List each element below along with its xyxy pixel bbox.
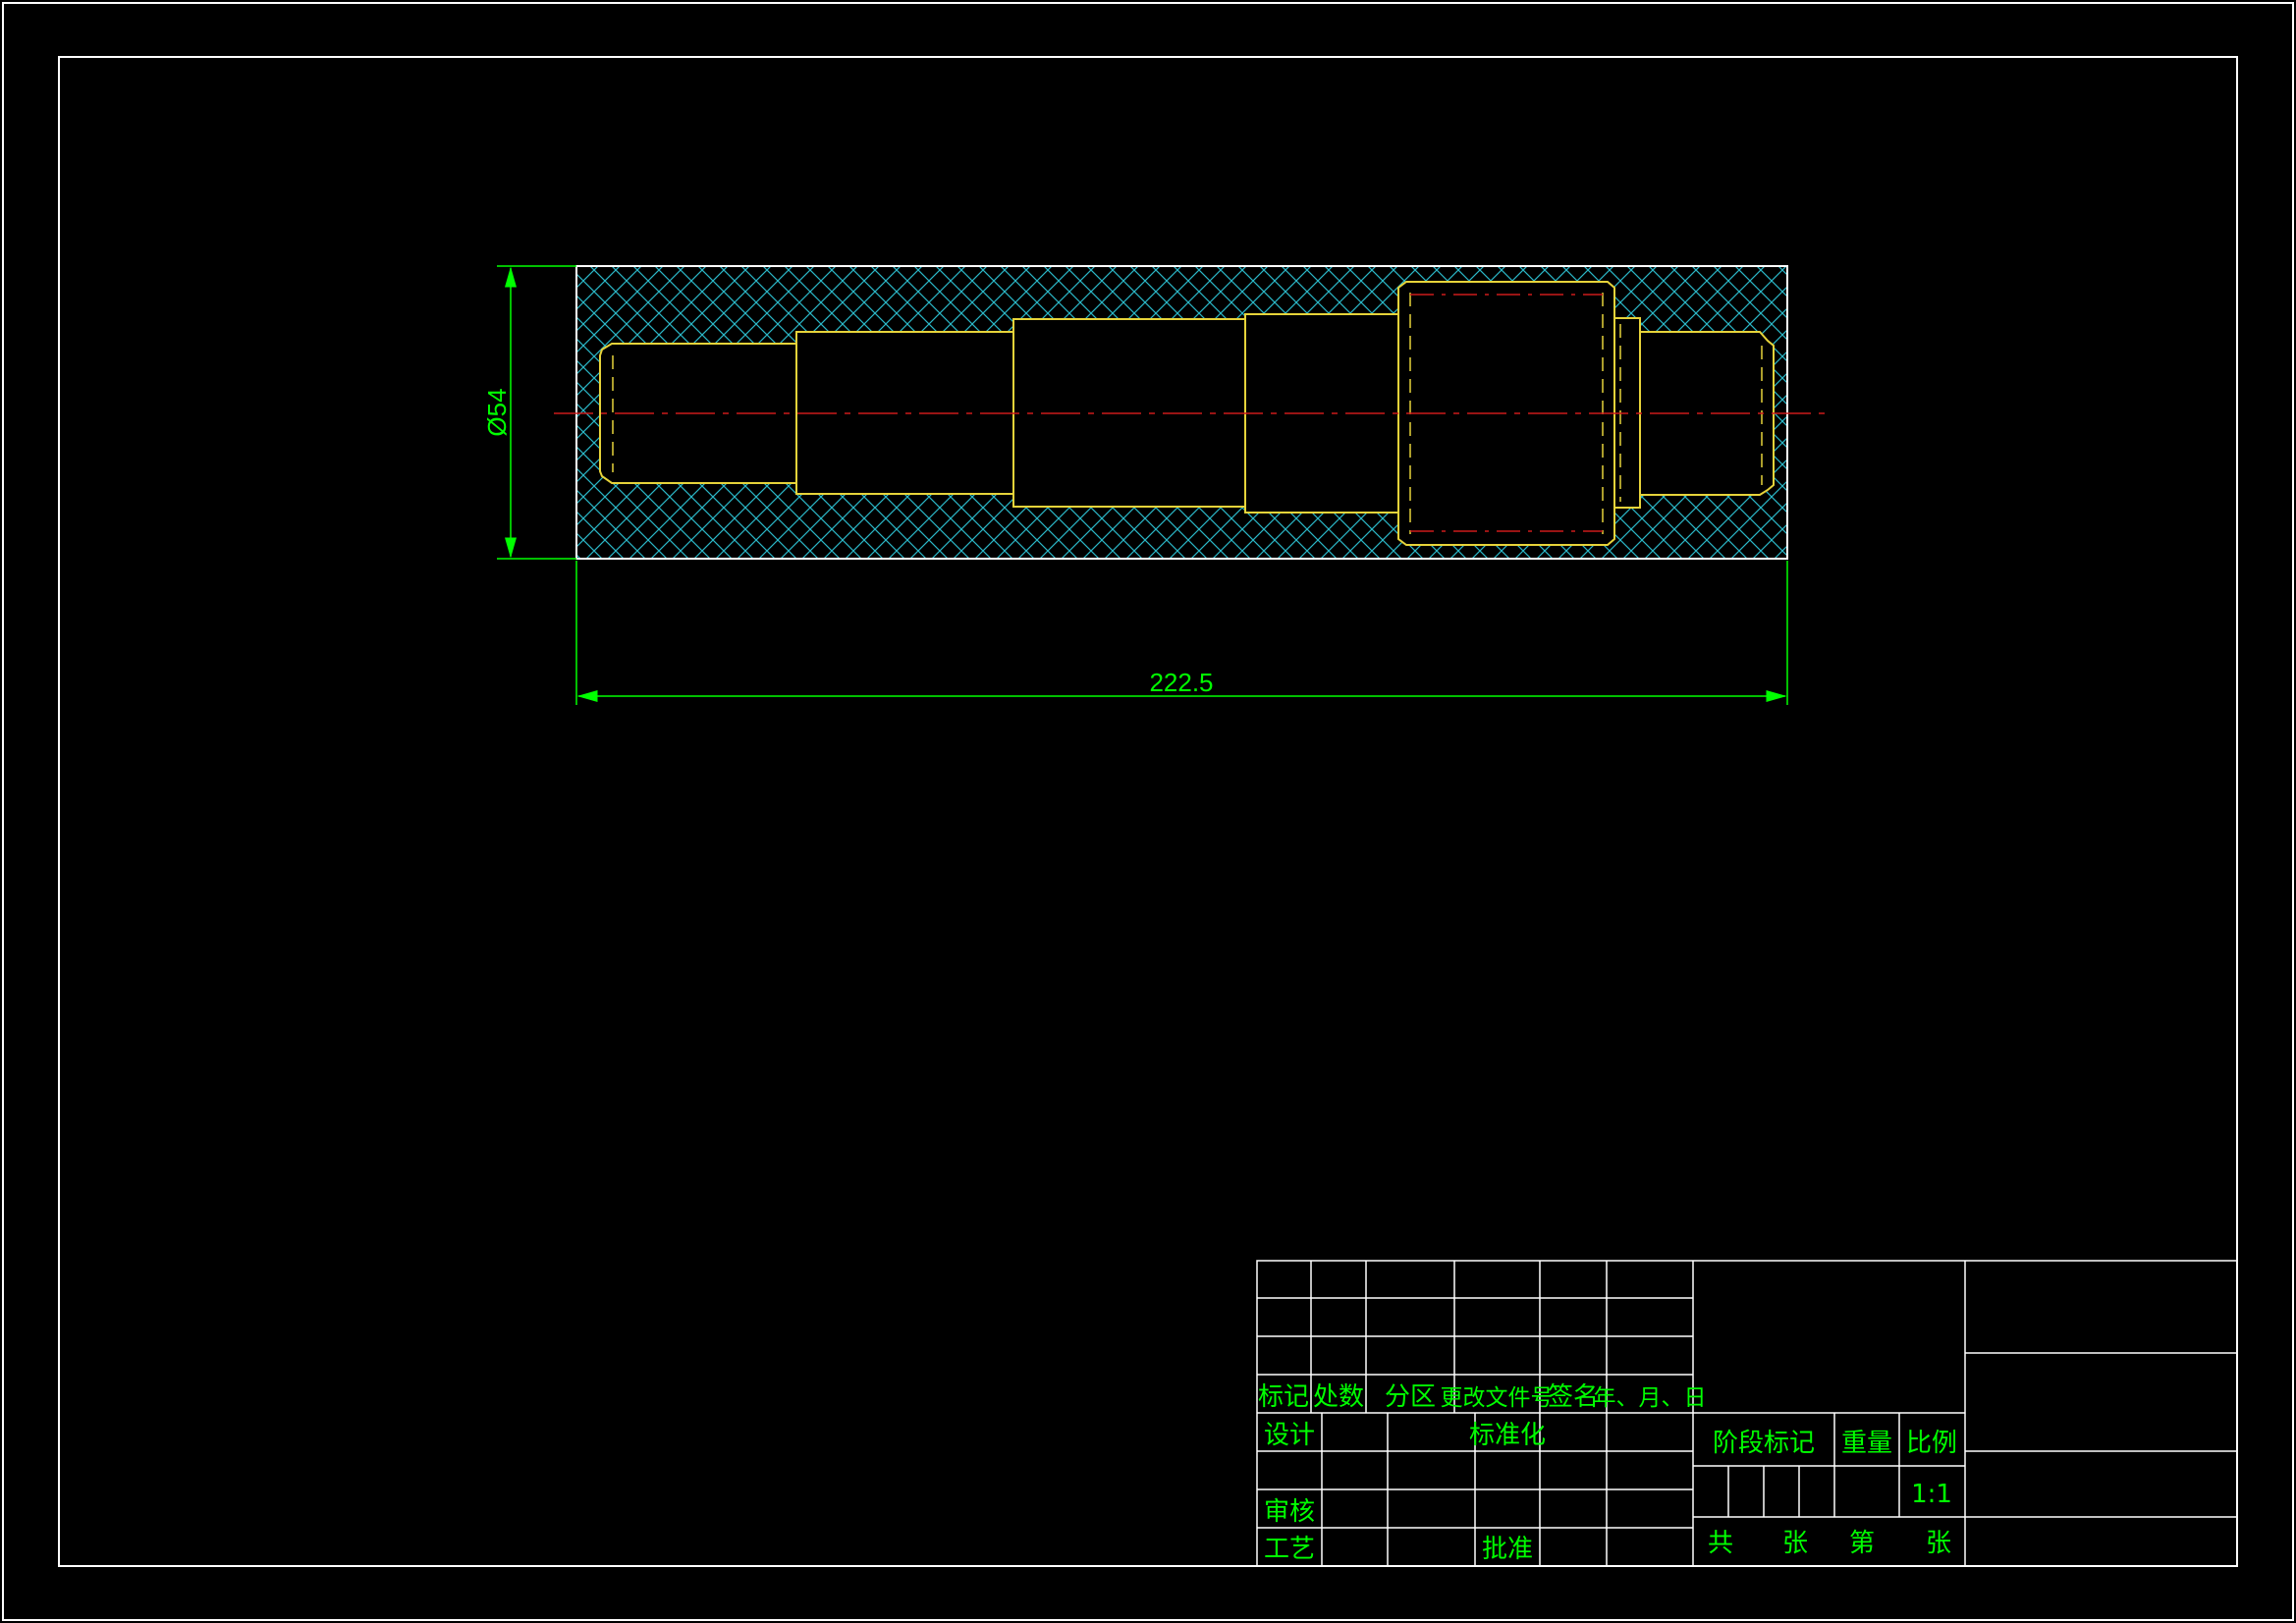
header-change-doc: 更改文件号 — [1441, 1385, 1554, 1411]
dim-length-label: 222.5 — [1149, 668, 1213, 697]
sheet-outer-border — [2, 2, 2294, 1621]
cad-drawing-canvas: Ø54 222.5 标记 处数 分区 更改文件号 签名 年、月、日 设计 标准化… — [2, 2, 2294, 1621]
label-stage-mark: 阶段标记 — [1713, 1429, 1815, 1458]
label-sheets: 张 — [1782, 1529, 1808, 1558]
revision-headers: 标记 处数 分区 更改文件号 签名 年、月、日 — [1258, 1382, 1707, 1412]
header-mark: 标记 — [1258, 1382, 1309, 1412]
header-signature: 签名 — [1548, 1382, 1599, 1412]
label-review: 审核 — [1264, 1497, 1315, 1527]
label-scale: 比例 — [1906, 1429, 1957, 1458]
part-section-view — [554, 265, 1827, 560]
header-count: 处数 — [1313, 1382, 1364, 1412]
dim-diameter-label: Ø54 — [482, 388, 512, 436]
header-zone: 分区 — [1385, 1382, 1436, 1412]
label-process: 工艺 — [1264, 1535, 1315, 1564]
label-sheet-no: 第 — [1849, 1529, 1875, 1558]
label-design: 设计 — [1264, 1421, 1315, 1450]
scale-value: 1:1 — [1911, 1480, 1952, 1509]
header-date: 年、月、日 — [1594, 1385, 1707, 1411]
label-total: 共 — [1708, 1529, 1733, 1558]
label-weight: 重量 — [1841, 1429, 1892, 1458]
label-approve: 批准 — [1482, 1535, 1533, 1564]
label-sheet-unit: 张 — [1926, 1529, 1951, 1558]
label-standardization: 标准化 — [1469, 1421, 1546, 1450]
title-block — [1256, 1260, 2238, 1567]
